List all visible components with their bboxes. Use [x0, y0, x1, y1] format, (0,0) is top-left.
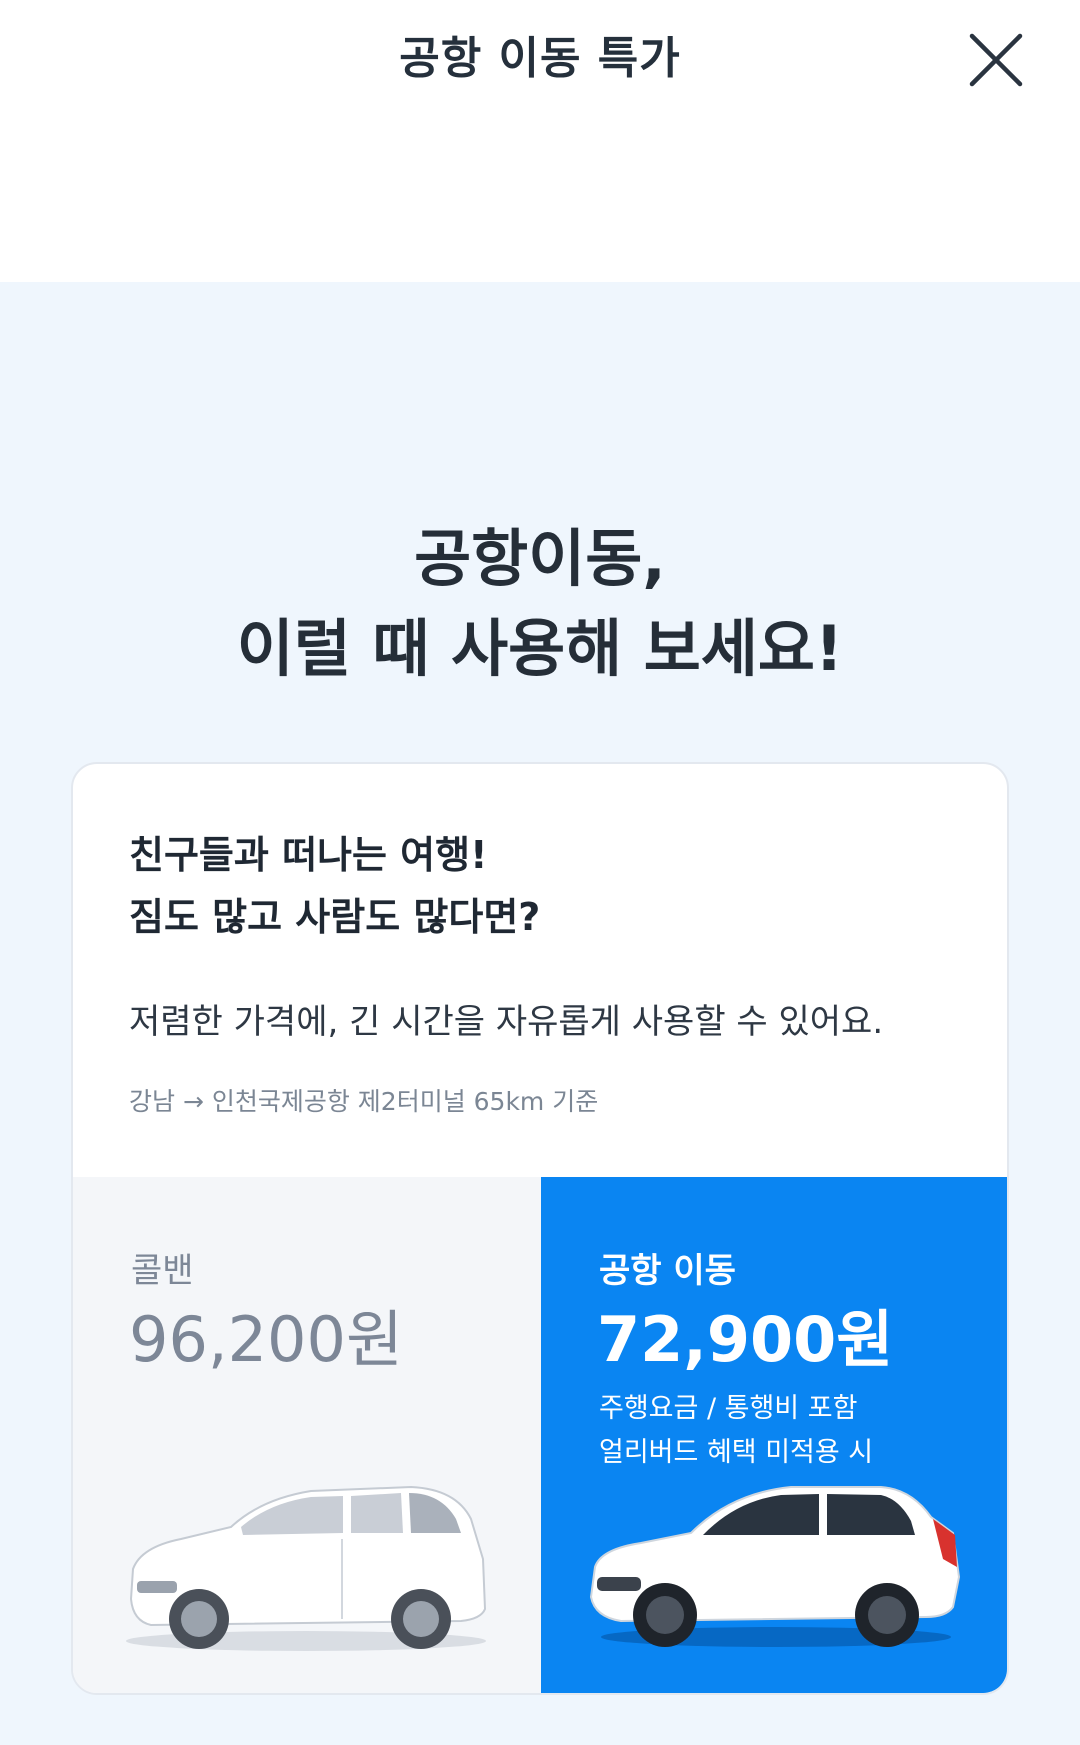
minivan-icon: [126, 1485, 487, 1651]
route-note: 강남 → 인천국제공항 제2터미널 65km 기준: [129, 1087, 599, 1116]
header: 공항 이동 특가: [0, 0, 1080, 282]
main-content: 공항이동, 이럴 때 사용해 보세요! 친구들과 떠나는 여행! 짐도 많고 사…: [0, 282, 1080, 1745]
close-button[interactable]: [960, 24, 1032, 96]
close-icon: [969, 33, 1023, 87]
card-description: 저렴한 가격에, 긴 시간을 자유롭게 사용할 수 있어요.: [129, 1002, 884, 1042]
headline: 공항이동, 이럴 때 사용해 보세요!: [0, 514, 1080, 694]
airport-comparison-card: 친구들과 떠나는 여행! 짐도 많고 사람도 많다면? 저렴한 가격에, 긴 시…: [71, 762, 1009, 1695]
headline-line-2: 이럴 때 사용해 보세요!: [236, 612, 844, 685]
headline-line-1: 공항이동,: [414, 522, 666, 595]
card-title-line-2: 짐도 많고 사람도 많다면?: [129, 895, 541, 939]
price-condition-1: 주행요금 / 통행비 포함: [599, 1393, 858, 1424]
airport-transfer-price: 72,900원: [597, 1303, 894, 1376]
page-title: 공항 이동 특가: [399, 33, 681, 84]
callvan-label: 콜밴: [131, 1251, 194, 1291]
card-title-line-1: 친구들과 떠나는 여행!: [129, 833, 488, 877]
callvan-price-panel: 콜밴 96,200원: [73, 1177, 541, 1693]
airport-transfer-price-panel: 공항 이동 72,900원 주행요금 / 통행비 포함 얼리버드 혜택 미적용 …: [541, 1177, 1007, 1693]
callvan-price: 96,200원: [129, 1303, 403, 1376]
suv-icon: [589, 1486, 961, 1647]
airport-transfer-label: 공항 이동: [599, 1251, 736, 1291]
card-title: 친구들과 떠나는 여행! 짐도 많고 사람도 많다면?: [129, 824, 540, 948]
